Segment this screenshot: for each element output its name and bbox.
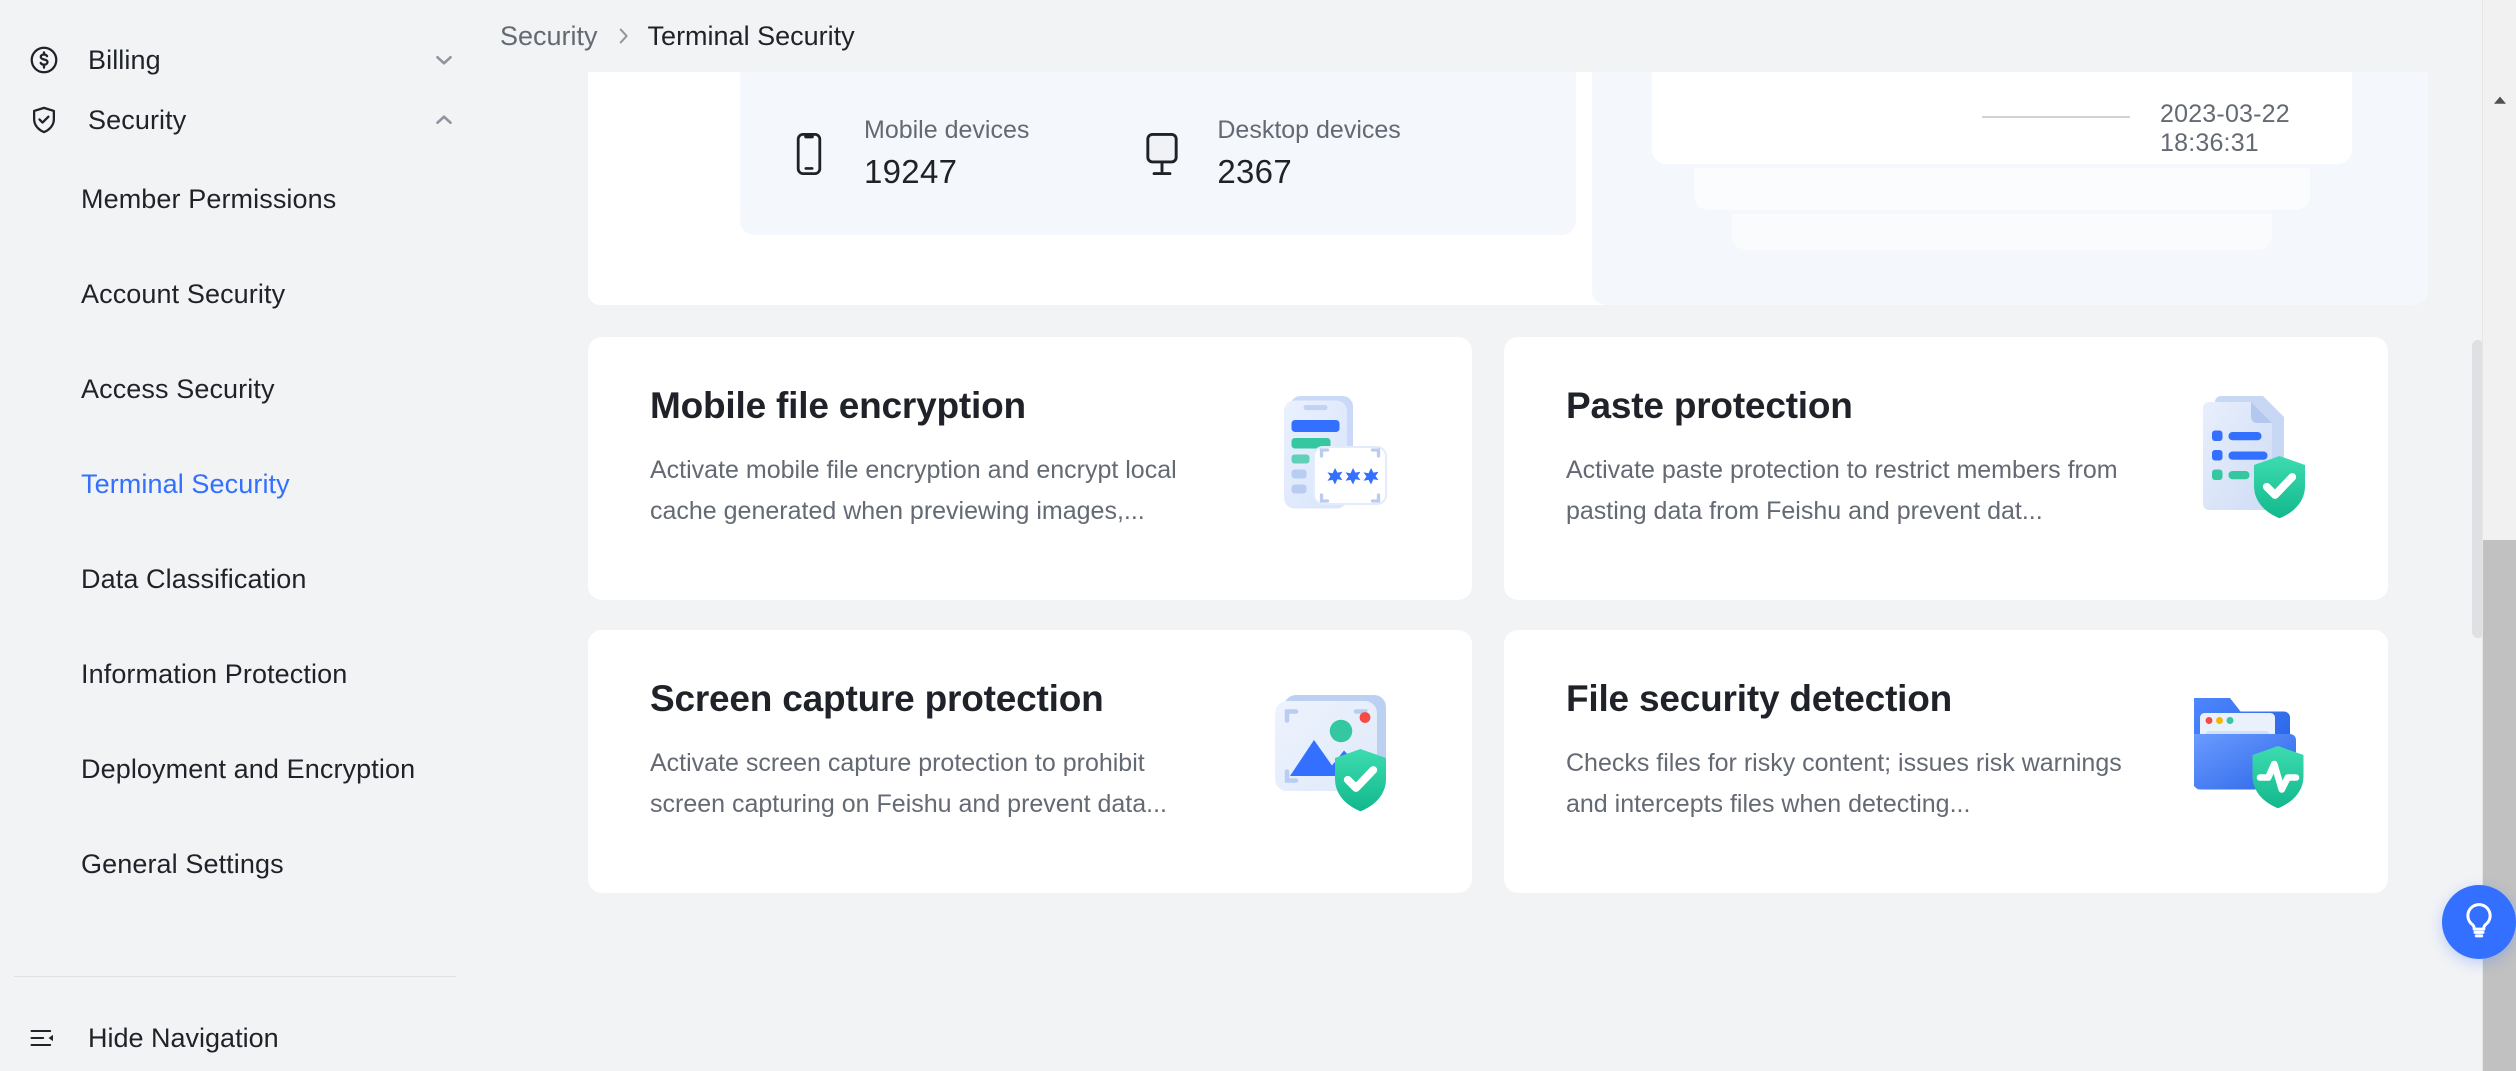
feature-card-description: Activate mobile file encryption and encr… [650, 456, 1177, 525]
sidebar-item-label: Information Protection [81, 659, 348, 689]
paste-protection-illustration [2170, 381, 2320, 531]
stat-desktop-devices: Desktop devices 2367 [1129, 72, 1401, 235]
stat-mobile-value: 19247 [864, 153, 958, 191]
sidebar-group-security-label: Security [88, 104, 187, 135]
desktop-monitor-icon [1129, 121, 1195, 187]
sidebar-group-billing-label: Billing [88, 44, 161, 75]
hide-navigation-label: Hide Navigation [88, 1022, 279, 1053]
activity-row-stacked-1 [1694, 168, 2310, 210]
sidebar-group-security[interactable]: Security [0, 84, 488, 156]
breadcrumb: Security Terminal Security [488, 0, 2516, 72]
activity-timestamp: 2023-03-22 18:36:31 [2160, 100, 2290, 157]
sidebar-item-information-protection[interactable]: Information Protection [0, 627, 488, 722]
lightbulb-help-icon [2459, 900, 2499, 945]
device-overview-panel: Mobile devices 19247 Desktop devices 236… [588, 72, 2428, 305]
breadcrumb-current: Terminal Security [647, 20, 855, 51]
stat-mobile-label: Mobile devices [864, 116, 1030, 145]
stat-desktop-value: 2367 [1217, 153, 1292, 191]
screen-capture-illustration [1254, 674, 1404, 824]
feature-card-mobile-file-encryption[interactable]: Mobile file encryption Activate mobile f… [588, 337, 1472, 600]
feature-card-description: Activate screen capture protection to pr… [650, 749, 1167, 818]
sidebar-item-member-permissions[interactable]: Member Permissions [0, 152, 488, 247]
sidebar-item-label: Data Classification [81, 564, 307, 594]
chevron-down-icon[interactable] [430, 46, 458, 74]
sidebar-item-label: Access Security [81, 374, 275, 404]
stat-desktop-label: Desktop devices [1217, 116, 1401, 145]
sidebar-item-data-classification[interactable]: Data Classification [0, 532, 488, 627]
mobile-phone-icon [776, 121, 842, 187]
sidebar-divider [14, 976, 456, 977]
sidebar-item-label: General Settings [81, 849, 284, 879]
dollar-circle-icon [22, 38, 66, 82]
hide-navigation-button[interactable]: Hide Navigation [0, 1010, 488, 1066]
content-scroll-area: Mobile devices 19247 Desktop devices 236… [488, 72, 2472, 1071]
stat-mobile-devices: Mobile devices 19247 [776, 72, 1029, 235]
chevron-right-icon [612, 25, 634, 47]
collapse-panel-icon [22, 1018, 62, 1058]
stat-mobile-text: Mobile devices 19247 [864, 115, 1029, 192]
sidebar-item-access-security[interactable]: Access Security [0, 342, 488, 437]
activity-row: 2023-03-22 18:36:31 [1652, 72, 2352, 164]
sidebar-navigation: Billing Security Member Permissions Acco… [0, 0, 488, 1071]
sidebar-item-deployment-and-encryption[interactable]: Deployment and Encryption [0, 722, 488, 817]
sidebar-item-general-settings[interactable]: General Settings [0, 817, 488, 912]
sidebar-item-terminal-security[interactable]: Terminal Security [0, 437, 488, 532]
recent-activity-panel: 2023-03-22 18:36:31 [1592, 72, 2428, 305]
activity-placeholder-line [1982, 116, 2130, 118]
settings-page: Billing Security Member Permissions Acco… [0, 0, 2516, 1071]
sidebar-item-label: Account Security [81, 279, 286, 309]
feature-card-paste-protection[interactable]: Paste protection Activate paste protecti… [1504, 337, 2388, 600]
sidebar-item-account-security[interactable]: Account Security [0, 247, 488, 342]
main-content: Security Terminal Security Mobile device… [488, 0, 2516, 1071]
chevron-up-icon[interactable] [430, 106, 458, 134]
breadcrumb-parent[interactable]: Security [500, 21, 598, 52]
help-floating-button[interactable] [2442, 885, 2516, 959]
feature-card-file-security-detection[interactable]: File security detection Checks files for… [1504, 630, 2388, 893]
feature-card-row: Mobile file encryption Activate mobile f… [588, 337, 2388, 600]
feature-card-description: Activate paste protection to restrict me… [1566, 456, 2118, 525]
feature-card-description: Checks files for risky content; issues r… [1566, 749, 2122, 818]
sidebar-item-label: Terminal Security [81, 469, 290, 499]
feature-card-grid: Mobile file encryption Activate mobile f… [588, 337, 2388, 923]
feature-card-row: Screen capture protection Activate scree… [588, 630, 2388, 893]
sidebar-item-label: Deployment and Encryption [81, 754, 416, 784]
sidebar-subitems: Member Permissions Account Security Acce… [0, 152, 488, 912]
stat-desktop-text: Desktop devices 2367 [1217, 115, 1400, 192]
shield-check-icon [22, 98, 66, 142]
browser-scrollbar-thumb[interactable] [2483, 540, 2516, 1071]
file-detection-illustration [2170, 674, 2320, 824]
sidebar-item-label: Member Permissions [81, 184, 337, 214]
mobile-encryption-illustration [1254, 381, 1404, 531]
scroll-up-arrow-icon[interactable] [2483, 83, 2516, 117]
feature-card-screen-capture-protection[interactable]: Screen capture protection Activate scree… [588, 630, 1472, 893]
activity-row-stacked-2 [1732, 214, 2272, 250]
device-stats-box: Mobile devices 19247 Desktop devices 236… [740, 72, 1576, 235]
